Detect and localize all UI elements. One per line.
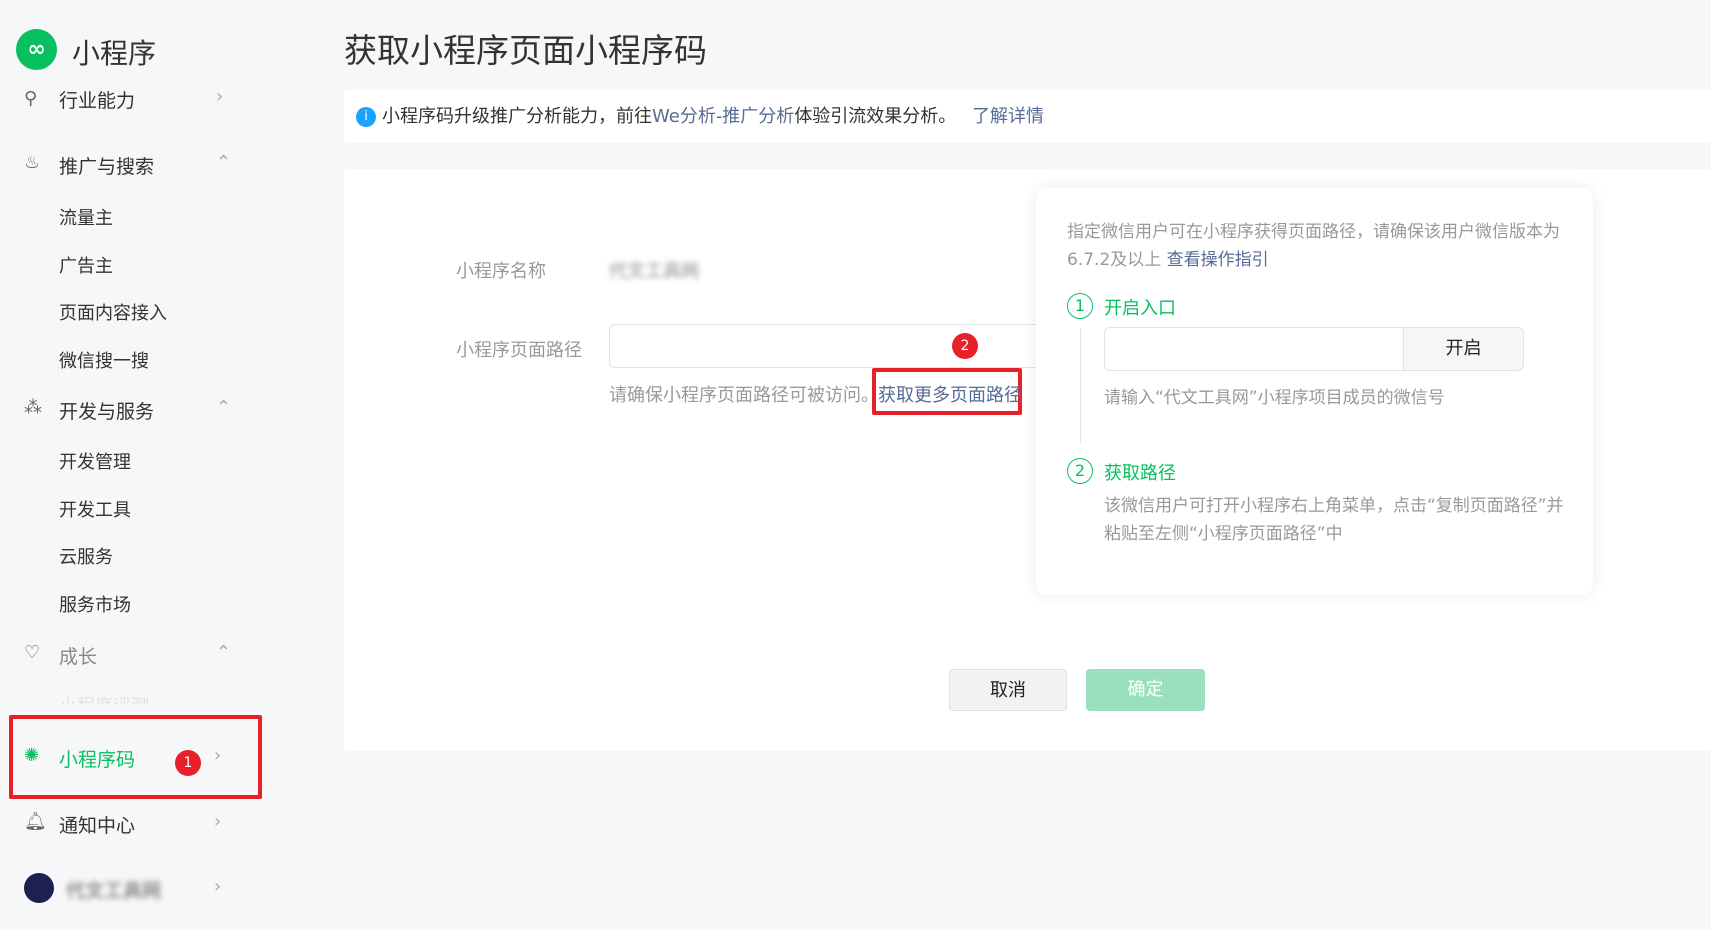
step2-desc: 该微信用户可打开小程序右上角菜单，点击“复制页面路径”并粘贴至左侧“小程序页面路… (1104, 496, 1564, 544)
path-help-popover: 指定微信用户可在小程序获得页面路径，请确保该用户微信版本为6.7.2及以上 查看… (1036, 188, 1593, 595)
sidebar-item[interactable]: 微信搜一搜 (59, 347, 149, 373)
heart-hands-icon: ♡ (24, 642, 41, 663)
sidebar-item-faded[interactable]: 小程序评测 (59, 692, 149, 704)
mini-program-logo-icon: ∞ (16, 29, 57, 70)
get-more-paths-link[interactable]: 获取更多页面路径 (878, 381, 1022, 407)
sidebar-group-promo[interactable]: ♨ 推广与搜索 ⌃ (0, 152, 300, 180)
learn-more-link[interactable]: 了解详情 (972, 106, 1044, 127)
group-label: 推广与搜索 (59, 156, 155, 178)
banner-text: 小程序码升级推广分析能力，前往 (382, 106, 652, 127)
sidebar-item-qrcode[interactable]: ✺ 小程序码 › (0, 745, 300, 773)
wechat-id-input[interactable] (1104, 327, 1404, 371)
sidebar-item-label: 小程序码 (59, 749, 136, 771)
group-label: 开发与服务 (59, 401, 155, 423)
chevron-up-icon: ⌃ (216, 642, 232, 663)
annotation-badge-2: 2 (952, 333, 978, 359)
name-value: 代文工具网 (609, 261, 699, 282)
chevron-right-icon: › (214, 745, 222, 766)
chevron-right-icon: › (216, 86, 224, 107)
page-title: 获取小程序页面小程序码 (344, 31, 707, 70)
chevron-up-icon: ⌃ (216, 397, 232, 418)
group-label: 成长 (59, 646, 98, 668)
path-label: 小程序页面路径 (456, 340, 582, 361)
sidebar-item[interactable]: 流量主 (59, 204, 113, 230)
step1-hint: 请输入“代文工具网”小程序项目成员的微信号 (1104, 388, 1445, 408)
chevron-right-icon: › (214, 811, 222, 832)
sidebar-item-industry[interactable]: ⚲ 行业能力 › (0, 86, 300, 114)
sidebar-item[interactable]: 开发管理 (59, 448, 131, 474)
step1-label: 开启入口 (1104, 298, 1176, 319)
info-icon: i (356, 107, 376, 127)
confirm-button[interactable]: 确定 (1086, 669, 1205, 711)
step-number-icon: 1 (1067, 293, 1093, 319)
bell-icon: 🔔︎ (24, 811, 47, 832)
avatar (24, 873, 54, 903)
popover-desc: 指定微信用户可在小程序获得页面路径，请确保该用户微信版本为6.7.2及以上 查看… (1067, 218, 1567, 274)
sidebar-item[interactable]: 服务市场 (59, 591, 131, 617)
sidebar-item-label: 行业能力 (59, 90, 136, 112)
sidebar-item[interactable]: 页面内容接入 (59, 299, 167, 325)
brand-name: 小程序 (72, 37, 157, 70)
step-connector (1080, 328, 1081, 443)
step2-label: 获取路径 (1104, 463, 1176, 484)
step-number-icon: 2 (1067, 458, 1093, 484)
industry-icon: ⚲ (24, 88, 38, 109)
banner-text: 体验引流效果分析。 (794, 106, 957, 127)
sidebar-item-notify[interactable]: 🔔︎ 通知中心 › (0, 811, 300, 839)
page-path-input[interactable] (609, 324, 1049, 368)
info-banner: i 小程序码升级推广分析能力，前往We分析-推广分析体验引流效果分析。 了解详情 (344, 90, 1711, 143)
name-label: 小程序名称 (456, 261, 546, 282)
cluster-icon: ⁂ (24, 397, 42, 418)
sidebar-item[interactable]: 广告主 (59, 252, 113, 278)
cancel-button[interactable]: 取消 (949, 669, 1067, 711)
sidebar-group-dev[interactable]: ⁂ 开发与服务 ⌃ (0, 397, 300, 425)
annotation-badge-1: 1 (175, 750, 201, 776)
open-button[interactable]: 开启 (1403, 327, 1524, 371)
sidebar-group-growth[interactable]: ♡ 成长 ⌃ (0, 642, 300, 670)
qrcode-sparkle-icon: ✺ (24, 745, 40, 766)
account-name: 代文工具网 (66, 880, 162, 902)
path-hint: 请确保小程序页面路径可被访问。 (609, 385, 879, 406)
guide-link[interactable]: 查看操作指引 (1167, 250, 1269, 270)
chevron-up-icon: ⌃ (216, 152, 232, 173)
sidebar-item[interactable]: 开发工具 (59, 496, 131, 522)
sidebar-item[interactable]: 云服务 (59, 543, 113, 569)
sidebar-item-label: 通知中心 (59, 815, 136, 837)
sidebar-account[interactable]: 代文工具网 › (0, 873, 300, 905)
we-analysis-link[interactable]: We分析-推广分析 (652, 106, 794, 127)
fire-icon: ♨ (24, 152, 41, 173)
chevron-right-icon: › (214, 876, 222, 897)
desc-text: 指定微信用户可在小程序获得页面路径，请确保该用户微信版本为6.7.2及以上 (1067, 222, 1560, 270)
